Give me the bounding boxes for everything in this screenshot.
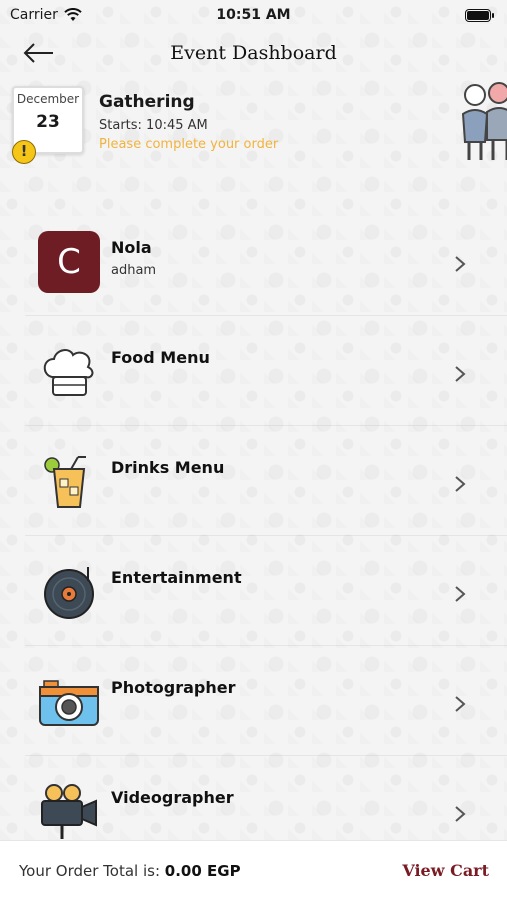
chevron-right-icon <box>455 476 466 492</box>
view-cart-button[interactable]: View Cart <box>402 861 489 880</box>
list-item-label: Entertainment <box>111 568 242 587</box>
dashboard-list: C Nola adham Food Menu Drinks Menu Enter… <box>25 206 507 866</box>
order-footer: Your Order Total is: 0.00 EGP View Cart <box>0 840 507 900</box>
calendar-day: 23 <box>36 112 60 132</box>
order-total-label: Your Order Total is: <box>19 861 165 880</box>
list-item-subtitle: adham <box>111 263 157 278</box>
chevron-right-icon <box>455 366 466 382</box>
back-arrow-icon[interactable] <box>22 42 56 64</box>
page-title: Event Dashboard <box>170 42 337 64</box>
list-item-food-menu[interactable]: Food Menu <box>25 316 507 426</box>
battery-icon <box>465 8 494 22</box>
people-icon <box>461 82 507 160</box>
order-total: Your Order Total is: 0.00 EGP <box>19 862 241 880</box>
status-time: 10:51 AM <box>216 7 291 23</box>
wifi-icon <box>64 8 82 21</box>
chevron-right-icon <box>455 696 466 712</box>
camera-icon <box>37 670 101 734</box>
video-camera-icon <box>37 780 101 844</box>
list-item-label: Photographer <box>111 678 236 697</box>
order-total-value: 0.00 EGP <box>164 861 241 880</box>
nav-bar: Event Dashboard <box>0 30 507 76</box>
venue-logo: C <box>38 231 100 293</box>
status-left: Carrier <box>10 7 82 23</box>
list-item-label: Videographer <box>111 788 234 807</box>
list-item-label: Food Menu <box>111 348 210 367</box>
list-item-entertainment[interactable]: Entertainment <box>25 536 507 646</box>
list-item-drinks-menu[interactable]: Drinks Menu <box>25 426 507 536</box>
list-item-nola[interactable]: C Nola adham <box>25 206 507 316</box>
order-warning-text: Please complete your order <box>99 137 279 152</box>
calendar-month: December <box>16 92 80 106</box>
list-item-photographer[interactable]: Photographer <box>25 646 507 756</box>
drink-glass-icon <box>37 450 101 514</box>
logo-c-icon: C <box>37 230 101 294</box>
chevron-right-icon <box>455 586 466 602</box>
event-header: December 23 ! Gathering Starts: 10:45 AM… <box>0 82 507 177</box>
vinyl-record-icon <box>37 560 101 624</box>
chevron-right-icon <box>455 256 466 272</box>
list-item-label: Drinks Menu <box>111 458 225 477</box>
list-item-label: Nola <box>111 238 152 257</box>
carrier-label: Carrier <box>10 7 58 23</box>
event-title: Gathering <box>99 92 195 112</box>
chevron-right-icon <box>455 806 466 822</box>
chef-hat-icon <box>37 340 101 404</box>
warning-icon: ! <box>12 140 36 164</box>
status-bar: Carrier 10:51 AM <box>0 0 507 30</box>
event-start-time: Starts: 10:45 AM <box>99 118 208 133</box>
